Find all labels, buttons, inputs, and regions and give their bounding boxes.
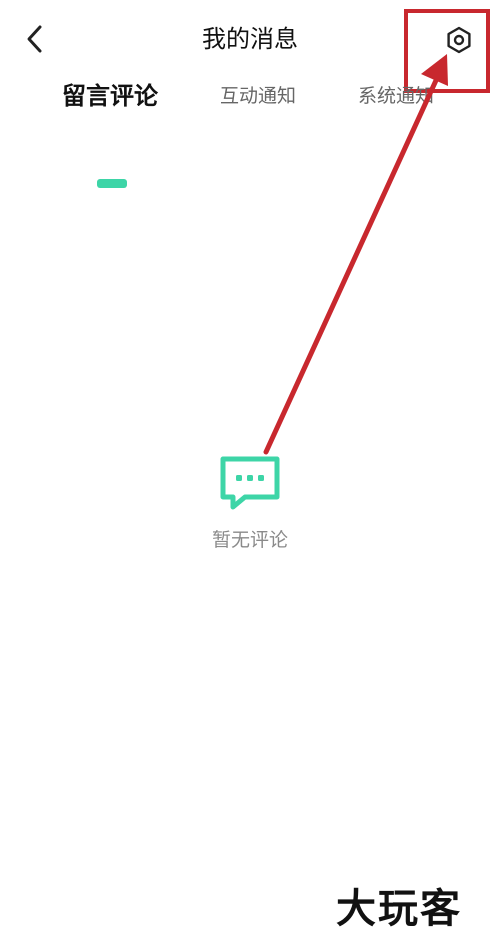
tab-bar: 留言评论 互动通知 系统通知 <box>0 76 500 188</box>
annotation-arrow-shaft <box>263 73 441 455</box>
watermark-logo: 大玩客 <box>336 885 462 932</box>
chevron-left-icon <box>27 25 42 53</box>
tab-system-notifications[interactable]: 系统通知 <box>358 76 434 116</box>
comment-bubble-icon <box>220 456 280 510</box>
tab-interactions[interactable]: 互动通知 <box>220 76 296 116</box>
active-tab-indicator <box>97 179 127 188</box>
empty-state-text: 暂无评论 <box>211 529 288 551</box>
back-button[interactable] <box>16 20 54 58</box>
page-title: 我的消息 <box>202 25 298 53</box>
empty-state: 暂无评论 <box>170 455 330 552</box>
tab-comments[interactable]: 留言评论 <box>62 76 158 116</box>
